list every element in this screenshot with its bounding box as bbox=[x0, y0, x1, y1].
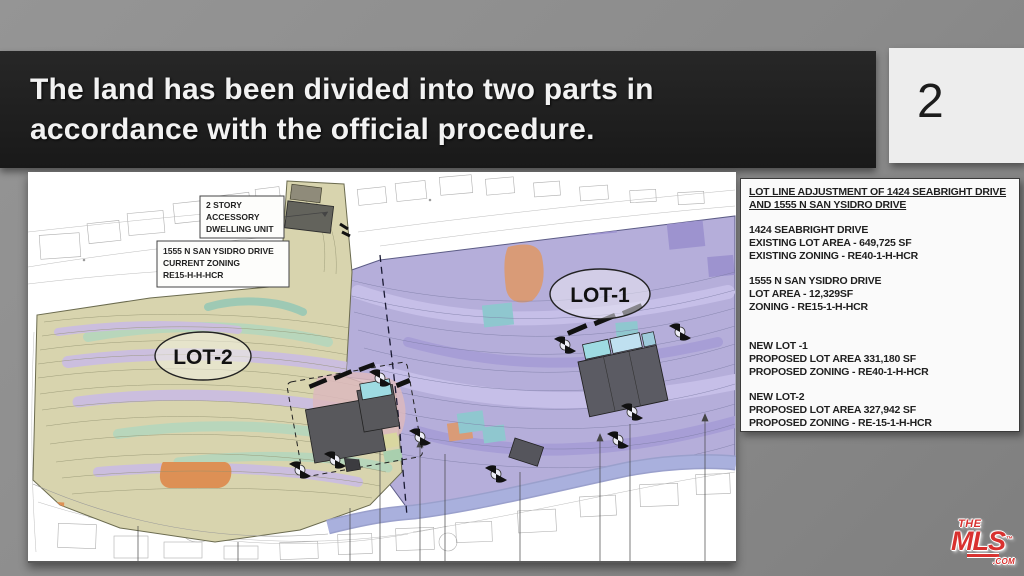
panel-line: PROPOSED ZONING - RE-15-1-H-HCR bbox=[749, 417, 1011, 430]
panel-line: PROPOSED ZONING - RE40-1-H-HCR bbox=[749, 366, 1011, 379]
zoning-note-box: 1555 N SAN YSIDRO DRIVE CURRENT ZONING R… bbox=[157, 241, 289, 287]
panel-block-new-lot1: NEW LOT -1 PROPOSED LOT AREA 331,180 SF … bbox=[749, 340, 1011, 379]
mls-logo: THE MLS™ .COM bbox=[951, 519, 1017, 569]
mls-logo-com: .COM bbox=[951, 557, 1015, 566]
zoning-note-line2: CURRENT ZONING bbox=[163, 258, 240, 268]
lot2-callout: LOT-2 bbox=[155, 332, 251, 380]
slide-title-banner: The land has been divided into two parts… bbox=[0, 51, 876, 168]
panel-line: EXISTING ZONING - RE40-1-H-HCR bbox=[749, 250, 1011, 263]
lot1-callout: LOT-1 bbox=[550, 269, 650, 319]
slide-title-line2: accordance with the official procedure. bbox=[30, 110, 876, 150]
lot-adjustment-panel: LOT LINE ADJUSTMENT OF 1424 SEABRIGHT DR… bbox=[740, 178, 1020, 432]
panel-line: PROPOSED LOT AREA 331,180 SF bbox=[749, 353, 1011, 366]
panel-line: ZONING - RE15-1-H-HCR bbox=[749, 301, 1011, 314]
panel-title-line1: LOT LINE ADJUSTMENT OF 1424 SEABRIGHT DR… bbox=[749, 186, 1011, 199]
adu-note-line3: DWELLING UNIT bbox=[206, 224, 274, 234]
adu-note-line2: ACCESSORY bbox=[206, 212, 260, 222]
trademark-symbol: ™ bbox=[1006, 527, 1012, 552]
slide-title-line1: The land has been divided into two parts… bbox=[30, 70, 876, 110]
panel-block-existing-seabright: 1424 SEABRIGHT DRIVE EXISTING LOT AREA -… bbox=[749, 224, 1011, 263]
panel-title-line2: AND 1555 N SAN YSIDRO DRIVE bbox=[749, 199, 1011, 212]
page-number: 2 bbox=[917, 74, 944, 129]
survey-map: LOT-2 LOT-1 2 STORY ACCESSORY DWELLING U… bbox=[28, 172, 736, 563]
survey-map-drawing: LOT-2 LOT-1 2 STORY ACCESSORY DWELLING U… bbox=[28, 172, 736, 561]
lot1-label: LOT-1 bbox=[570, 284, 630, 307]
panel-line: EXISTING LOT AREA - 649,725 SF bbox=[749, 237, 1011, 250]
panel-line: PROPOSED LOT AREA 327,942 SF bbox=[749, 404, 1011, 417]
panel-block-existing-sanysidro: 1555 N SAN YSIDRO DRIVE LOT AREA - 12,32… bbox=[749, 275, 1011, 314]
zoning-note-line1: 1555 N SAN YSIDRO DRIVE bbox=[163, 246, 274, 256]
panel-line: LOT AREA - 12,329SF bbox=[749, 288, 1011, 301]
panel-line: 1555 N SAN YSIDRO DRIVE bbox=[749, 275, 1011, 288]
panel-line: NEW LOT -1 bbox=[749, 340, 1011, 353]
adu-note-line1: 2 STORY bbox=[206, 200, 242, 210]
page-number-box: 2 bbox=[889, 48, 1024, 163]
panel-line: NEW LOT-2 bbox=[749, 391, 1011, 404]
lot2-label: LOT-2 bbox=[173, 346, 233, 369]
panel-line: 1424 SEABRIGHT DRIVE bbox=[749, 224, 1011, 237]
mls-logo-mls: MLS™ bbox=[951, 529, 1017, 554]
zoning-note-line3: RE15-H-H-HCR bbox=[163, 270, 223, 280]
panel-block-new-lot2: NEW LOT-2 PROPOSED LOT AREA 327,942 SF P… bbox=[749, 391, 1011, 430]
